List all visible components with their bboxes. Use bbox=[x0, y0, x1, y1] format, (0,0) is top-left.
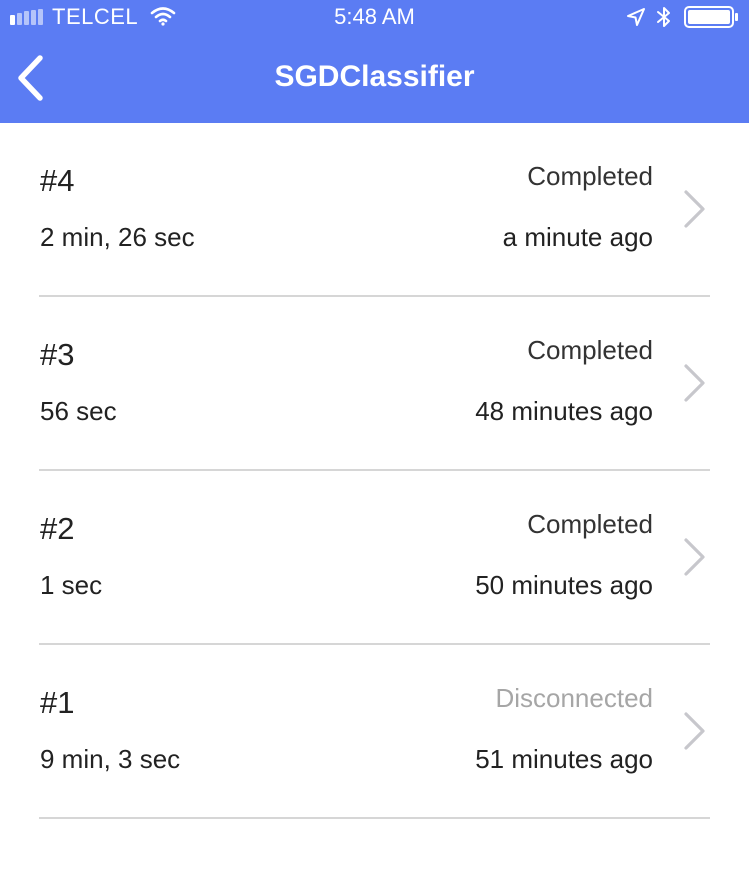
run-id: #3 bbox=[40, 337, 75, 372]
run-time-ago: 51 minutes ago bbox=[475, 744, 653, 774]
run-status: Completed bbox=[527, 509, 653, 539]
run-id: #4 bbox=[40, 163, 75, 198]
run-duration: 2 min, 26 sec bbox=[40, 222, 195, 252]
run-row[interactable]: #1 9 min, 3 sec Disconnected 51 minutes … bbox=[0, 645, 749, 819]
run-time-ago: 48 minutes ago bbox=[475, 396, 653, 426]
chevron-right-icon bbox=[684, 190, 705, 228]
bluetooth-icon bbox=[657, 7, 670, 27]
run-row[interactable]: #2 1 sec Completed 50 minutes ago bbox=[0, 471, 749, 645]
chevron-right-icon bbox=[684, 538, 705, 576]
run-id: #1 bbox=[40, 685, 75, 720]
battery-icon bbox=[684, 6, 738, 28]
app-screen: TELCEL 5:48 AM SGDClassifier #4 2 min, 2… bbox=[0, 0, 749, 879]
chevron-right-icon bbox=[684, 712, 705, 750]
navigation-bar: SGDClassifier bbox=[0, 34, 749, 123]
chevron-right-icon bbox=[684, 364, 705, 402]
runs-list: #4 2 min, 26 sec Completed a minute ago … bbox=[0, 123, 749, 819]
run-duration: 56 sec bbox=[40, 396, 117, 426]
run-duration: 9 min, 3 sec bbox=[40, 744, 181, 774]
page-title: SGDClassifier bbox=[274, 60, 475, 93]
run-status: Disconnected bbox=[495, 683, 653, 713]
row-divider bbox=[39, 817, 710, 819]
run-time-ago: a minute ago bbox=[502, 222, 653, 252]
header: TELCEL 5:48 AM SGDClassifier bbox=[0, 0, 749, 123]
run-id: #2 bbox=[40, 511, 75, 546]
run-status: Completed bbox=[527, 161, 653, 191]
run-status: Completed bbox=[527, 335, 653, 365]
status-bar: TELCEL 5:48 AM bbox=[0, 0, 749, 34]
run-time-ago: 50 minutes ago bbox=[475, 570, 653, 600]
location-arrow-icon bbox=[627, 8, 645, 26]
run-row[interactable]: #4 2 min, 26 sec Completed a minute ago bbox=[0, 123, 749, 297]
run-row[interactable]: #3 56 sec Completed 48 minutes ago bbox=[0, 297, 749, 471]
run-duration: 1 sec bbox=[40, 570, 103, 600]
